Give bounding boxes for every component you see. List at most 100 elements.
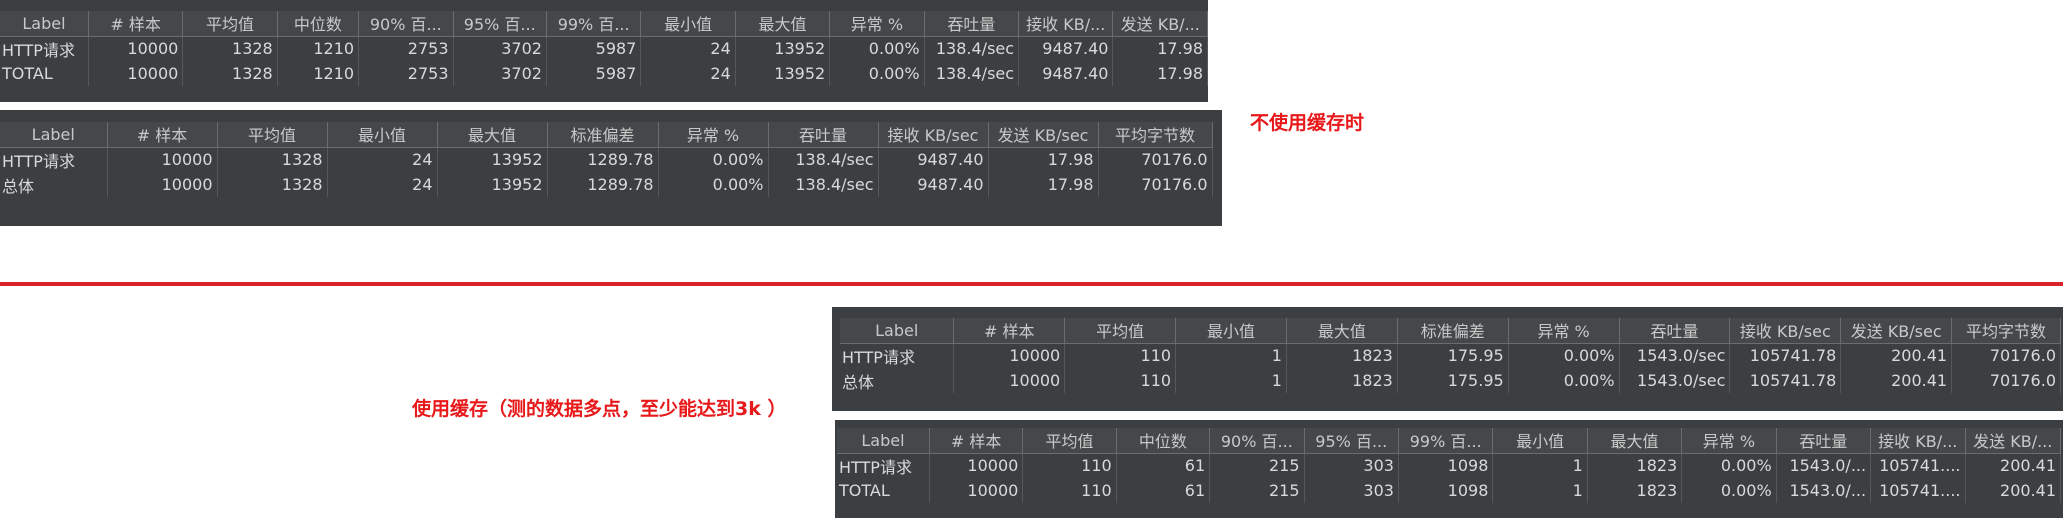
table-cell: 1328 — [217, 147, 328, 172]
table-cell: 17.98 — [1112, 36, 1208, 61]
summary-report-table: Label # 样本 平均值 最小值 最大值 标准偏差 异常 % 吞吐量 接收 … — [840, 318, 2061, 393]
column-header[interactable]: 99% 百... — [1398, 428, 1494, 454]
table-cell: 1 — [1175, 368, 1287, 393]
column-header[interactable]: 异常 % — [658, 122, 769, 148]
table-cell: 110 — [1064, 368, 1177, 393]
column-header[interactable]: 90% 百... — [358, 11, 454, 37]
table-header-row: Label # 样本 平均值 最小值 最大值 标准偏差 异常 % 吞吐量 接收 … — [840, 318, 2061, 344]
column-header[interactable]: 吞吐量 — [1776, 428, 1872, 454]
table-row[interactable]: HTTP请求 10000 1328 24 13952 1289.78 0.00%… — [0, 147, 1213, 172]
table-cell: 10000 — [88, 61, 184, 86]
table-cell: 0.00% — [658, 147, 769, 172]
table-cell: 1823 — [1286, 343, 1398, 368]
column-header[interactable]: 平均值 — [182, 11, 278, 37]
column-header[interactable]: 最小值 — [640, 11, 736, 37]
table-row[interactable]: HTTP请求 10000 110 1 1823 175.95 0.00% 154… — [840, 343, 2061, 368]
table-cell: 9487.40 — [878, 147, 989, 172]
table-cell: 10000 — [929, 478, 1024, 503]
table-cell: 175.95 — [1397, 368, 1509, 393]
column-header[interactable]: 平均值 — [217, 122, 328, 148]
column-header[interactable]: 最大值 — [1587, 428, 1683, 454]
table-row[interactable]: HTTP请求 10000 1328 1210 2753 3702 5987 24… — [0, 36, 1208, 61]
column-header[interactable]: 99% 百... — [546, 11, 642, 37]
table-cell: 1543.0/sec — [1619, 368, 1731, 393]
column-header[interactable]: 最大值 — [1286, 318, 1398, 344]
column-header[interactable]: 吞吐量 — [768, 122, 879, 148]
aggregate-report-with-cache: Label # 样本 平均值 中位数 90% 百... 95% 百... 99%… — [835, 420, 2063, 518]
table-cell: HTTP请求 — [840, 343, 955, 368]
table-cell: 1543.0/... — [1776, 453, 1872, 478]
column-header[interactable]: 最小值 — [1492, 428, 1588, 454]
summary-report-no-cache: Label # 样本 平均值 最小值 最大值 标准偏差 异常 % 吞吐量 接收 … — [0, 110, 1222, 226]
column-header[interactable]: 异常 % — [1508, 318, 1620, 344]
table-cell: 10000 — [953, 343, 1066, 368]
table-row[interactable]: 总体 10000 110 1 1823 175.95 0.00% 1543.0/… — [840, 368, 2061, 393]
table-cell: 200.41 — [1840, 368, 1953, 393]
table-cell: 1 — [1492, 478, 1588, 503]
table-row[interactable]: TOTAL 10000 110 61 215 303 1098 1 1823 0… — [837, 478, 2061, 503]
table-cell: 1210 — [277, 36, 360, 61]
table-row[interactable]: TOTAL 10000 1328 1210 2753 3702 5987 24 … — [0, 61, 1208, 86]
column-header[interactable]: # 样本 — [953, 318, 1066, 344]
column-header[interactable]: Label — [837, 428, 930, 454]
table-row[interactable]: HTTP请求 10000 110 61 215 303 1098 1 1823 … — [837, 453, 2061, 478]
column-header[interactable]: 标准偏差 — [547, 122, 659, 148]
column-header[interactable]: 95% 百... — [1304, 428, 1399, 454]
table-cell: 5987 — [546, 36, 642, 61]
table-header-row: Label # 样本 平均值 中位数 90% 百... 95% 百... 99%… — [0, 11, 1208, 37]
column-header[interactable]: Label — [0, 122, 108, 148]
column-header[interactable]: 接收 KB/... — [1870, 428, 1966, 454]
table-cell: 17.98 — [988, 172, 1099, 197]
column-header[interactable]: # 样本 — [88, 11, 184, 37]
column-header[interactable]: # 样本 — [107, 122, 218, 148]
column-header[interactable]: 平均字节数 — [1951, 318, 2061, 344]
column-header[interactable]: Label — [0, 11, 89, 37]
column-header[interactable]: # 样本 — [929, 428, 1024, 454]
column-header[interactable]: 中位数 — [1116, 428, 1211, 454]
column-header[interactable]: 发送 KB/sec — [988, 122, 1099, 148]
table-cell: 1 — [1492, 453, 1588, 478]
column-header[interactable]: 接收 KB/sec — [878, 122, 989, 148]
column-header[interactable]: 接收 KB/sec — [1729, 318, 1842, 344]
column-header[interactable]: 90% 百... — [1209, 428, 1305, 454]
column-header[interactable]: 吞吐量 — [924, 11, 1020, 37]
column-header[interactable]: 平均值 — [1022, 428, 1117, 454]
table-cell: TOTAL — [0, 61, 89, 86]
column-header[interactable]: 发送 KB/... — [1112, 11, 1208, 37]
column-header[interactable]: 发送 KB/... — [1965, 428, 2061, 454]
column-header[interactable]: 最小值 — [1175, 318, 1287, 344]
column-header[interactable]: 异常 % — [1681, 428, 1777, 454]
column-header[interactable]: 平均字节数 — [1098, 122, 1213, 148]
table-cell: 1289.78 — [547, 172, 659, 197]
column-header[interactable]: 平均值 — [1064, 318, 1177, 344]
table-cell: 303 — [1304, 478, 1399, 503]
column-header[interactable]: 中位数 — [277, 11, 360, 37]
column-header[interactable]: 吞吐量 — [1619, 318, 1731, 344]
table-cell: 70176.0 — [1098, 147, 1213, 172]
table-cell: 61 — [1116, 478, 1211, 503]
table-header-row: Label # 样本 平均值 最小值 最大值 标准偏差 异常 % 吞吐量 接收 … — [0, 122, 1213, 148]
column-header[interactable]: 最大值 — [437, 122, 548, 148]
column-header[interactable]: 95% 百... — [453, 11, 547, 37]
table-cell: 0.00% — [1508, 368, 1620, 393]
column-header[interactable]: 接收 KB/... — [1018, 11, 1114, 37]
table-cell: 1098 — [1398, 453, 1494, 478]
table-cell: 61 — [1116, 453, 1211, 478]
annotation-no-cache: 不使用缓存时 — [1250, 112, 1365, 134]
aggregate-report-no-cache: Label # 样本 平均值 中位数 90% 百... 95% 百... 99%… — [0, 0, 1208, 102]
table-cell: TOTAL — [837, 478, 930, 503]
table-row[interactable]: 总体 10000 1328 24 13952 1289.78 0.00% 138… — [0, 172, 1213, 197]
column-header[interactable]: Label — [840, 318, 955, 344]
table-cell: 1 — [1175, 343, 1287, 368]
table-cell: 0.00% — [829, 61, 925, 86]
column-header[interactable]: 异常 % — [829, 11, 925, 37]
column-header[interactable]: 最大值 — [735, 11, 831, 37]
column-header[interactable]: 发送 KB/sec — [1840, 318, 1953, 344]
table-cell: 24 — [327, 172, 438, 197]
table-cell: 5987 — [546, 61, 642, 86]
table-cell: 2753 — [358, 36, 454, 61]
column-header[interactable]: 最小值 — [327, 122, 438, 148]
table-cell: 1823 — [1587, 453, 1683, 478]
column-header[interactable]: 标准偏差 — [1397, 318, 1509, 344]
table-cell: 13952 — [437, 147, 548, 172]
